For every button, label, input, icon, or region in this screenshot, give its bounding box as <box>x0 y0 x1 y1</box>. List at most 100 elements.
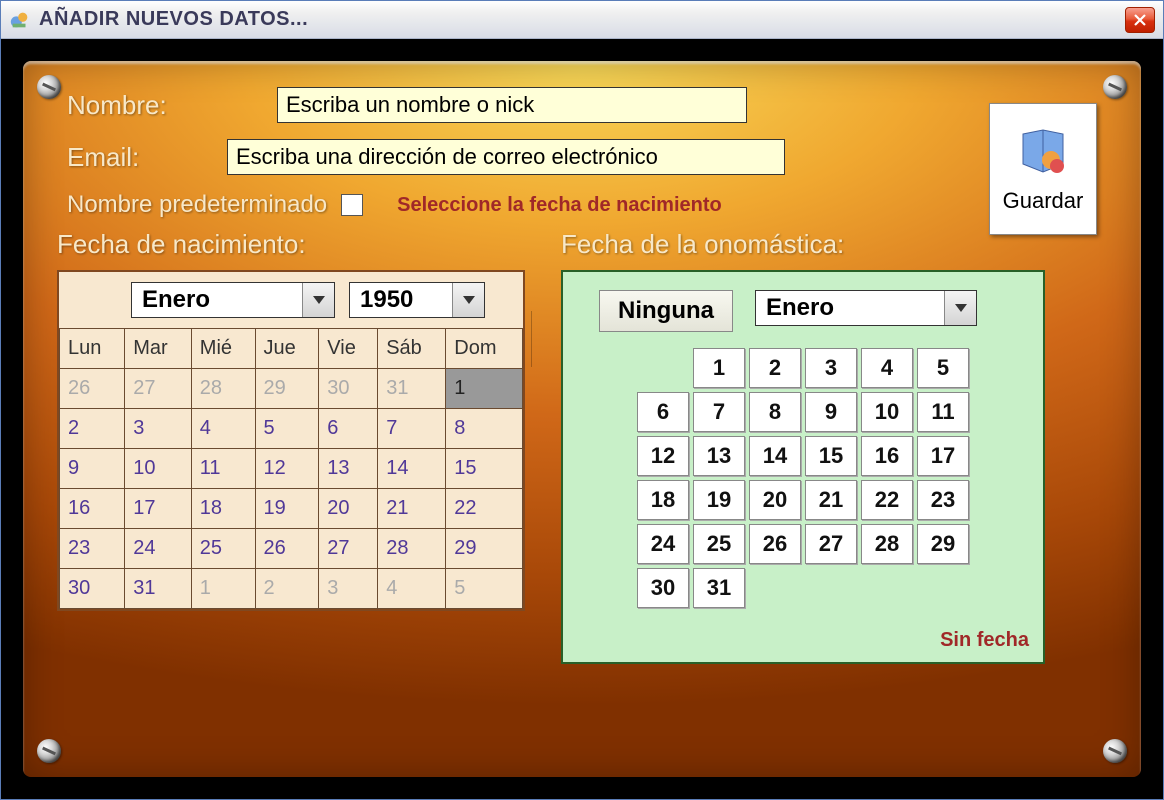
birth-day-cell[interactable]: 30 <box>60 569 125 609</box>
titlebar[interactable]: AÑADIR NUEVOS DATOS... <box>1 1 1163 39</box>
weekday-header: Dom <box>446 329 523 369</box>
birth-day-cell[interactable]: 15 <box>446 449 523 489</box>
birth-day-cell[interactable]: 23 <box>60 529 125 569</box>
divider-line <box>531 311 532 367</box>
birth-grid: LunMarMiéJueVieSábDom 262728293031123456… <box>59 328 523 609</box>
weekday-header: Lun <box>60 329 125 369</box>
onom-month-select[interactable]: Enero <box>755 290 977 326</box>
birth-year-select[interactable]: 1950 <box>349 282 485 318</box>
weekday-header: Jue <box>255 329 319 369</box>
onom-day-cell[interactable]: 18 <box>637 480 689 520</box>
onom-day-cell[interactable]: 26 <box>749 524 801 564</box>
onom-day-cell[interactable]: 2 <box>749 348 801 388</box>
birth-day-cell[interactable]: 29 <box>255 369 319 409</box>
close-button[interactable] <box>1125 7 1155 33</box>
onom-day-cell[interactable]: 24 <box>637 524 689 564</box>
save-button[interactable]: Guardar <box>989 103 1097 235</box>
birth-day-cell[interactable]: 10 <box>125 449 192 489</box>
birth-day-cell[interactable]: 16 <box>60 489 125 529</box>
onom-day-cell[interactable]: 9 <box>805 392 857 432</box>
birth-day-cell[interactable]: 26 <box>60 369 125 409</box>
birth-calendar: Enero 1950 LunMarMiéJueVieSábDo <box>57 270 525 611</box>
birth-day-cell[interactable]: 28 <box>378 529 446 569</box>
birth-month-select[interactable]: Enero <box>131 282 335 318</box>
birth-day-cell[interactable]: 2 <box>255 569 319 609</box>
onom-day-cell[interactable]: 28 <box>861 524 913 564</box>
birth-day-cell[interactable]: 3 <box>319 569 378 609</box>
birth-day-cell[interactable]: 24 <box>125 529 192 569</box>
weekday-header: Sáb <box>378 329 446 369</box>
birth-day-cell[interactable]: 13 <box>319 449 378 489</box>
onom-day-cell[interactable]: 11 <box>917 392 969 432</box>
birth-day-cell[interactable]: 28 <box>191 369 255 409</box>
birth-day-cell[interactable]: 11 <box>191 449 255 489</box>
birth-day-cell[interactable]: 27 <box>319 529 378 569</box>
dialog-window: AÑADIR NUEVOS DATOS... Nombre: Email: <box>0 0 1164 800</box>
onom-day-cell[interactable]: 30 <box>637 568 689 608</box>
onom-day-cell[interactable]: 21 <box>805 480 857 520</box>
birth-day-cell[interactable]: 18 <box>191 489 255 529</box>
birth-day-cell[interactable]: 25 <box>191 529 255 569</box>
default-name-label: Nombre predeterminado <box>67 191 327 219</box>
onom-day-cell[interactable]: 23 <box>917 480 969 520</box>
birth-day-cell[interactable]: 8 <box>446 409 523 449</box>
birth-month-value: Enero <box>132 286 220 314</box>
birth-day-cell[interactable]: 31 <box>125 569 192 609</box>
chevron-down-icon <box>452 283 484 317</box>
save-icon <box>1015 124 1071 180</box>
birth-day-cell[interactable]: 17 <box>125 489 192 529</box>
none-button[interactable]: Ninguna <box>599 290 733 332</box>
onom-day-cell[interactable]: 22 <box>861 480 913 520</box>
email-label: Email: <box>67 142 227 173</box>
onom-day-cell[interactable]: 31 <box>693 568 745 608</box>
birth-day-cell[interactable]: 19 <box>255 489 319 529</box>
birth-day-cell[interactable]: 30 <box>319 369 378 409</box>
weekday-header: Mié <box>191 329 255 369</box>
onom-day-cell[interactable]: 15 <box>805 436 857 476</box>
onom-day-cell[interactable]: 13 <box>693 436 745 476</box>
birth-day-cell[interactable]: 9 <box>60 449 125 489</box>
default-name-checkbox[interactable] <box>341 194 363 216</box>
birth-day-cell[interactable]: 6 <box>319 409 378 449</box>
name-input[interactable] <box>277 87 747 123</box>
birth-day-cell[interactable]: 21 <box>378 489 446 529</box>
onom-day-cell[interactable]: 5 <box>917 348 969 388</box>
birth-day-cell[interactable]: 4 <box>378 569 446 609</box>
onom-day-cell[interactable]: 7 <box>693 392 745 432</box>
birth-day-cell[interactable]: 5 <box>446 569 523 609</box>
onom-day-cell[interactable]: 1 <box>693 348 745 388</box>
birth-day-cell[interactable]: 29 <box>446 529 523 569</box>
birth-day-cell[interactable]: 3 <box>125 409 192 449</box>
onom-day-cell[interactable]: 6 <box>637 392 689 432</box>
onom-day-cell[interactable]: 4 <box>861 348 913 388</box>
onom-day-cell[interactable]: 12 <box>637 436 689 476</box>
onom-day-cell[interactable]: 10 <box>861 392 913 432</box>
birth-day-cell[interactable]: 22 <box>446 489 523 529</box>
birth-day-cell[interactable]: 1 <box>191 569 255 609</box>
birth-day-cell[interactable]: 27 <box>125 369 192 409</box>
birth-day-cell[interactable]: 5 <box>255 409 319 449</box>
email-input[interactable] <box>227 139 785 175</box>
onom-title: Fecha de la onomástica: <box>561 229 1045 260</box>
birth-day-cell[interactable]: 20 <box>319 489 378 529</box>
birth-day-cell[interactable]: 7 <box>378 409 446 449</box>
onom-day-cell[interactable]: 14 <box>749 436 801 476</box>
birth-year-value: 1950 <box>350 286 423 314</box>
onom-day-cell[interactable]: 25 <box>693 524 745 564</box>
birth-day-cell[interactable]: 26 <box>255 529 319 569</box>
birth-day-cell[interactable]: 4 <box>191 409 255 449</box>
birth-day-cell[interactable]: 2 <box>60 409 125 449</box>
birth-day-cell[interactable]: 31 <box>378 369 446 409</box>
onom-day-cell[interactable]: 8 <box>749 392 801 432</box>
onom-day-cell[interactable]: 3 <box>805 348 857 388</box>
onom-day-cell[interactable]: 19 <box>693 480 745 520</box>
onom-day-cell[interactable]: 20 <box>749 480 801 520</box>
onom-day-cell[interactable]: 17 <box>917 436 969 476</box>
birth-day-cell[interactable]: 12 <box>255 449 319 489</box>
chevron-down-icon <box>944 291 976 325</box>
birth-day-cell[interactable]: 1 <box>446 369 523 409</box>
onom-day-cell[interactable]: 29 <box>917 524 969 564</box>
birth-day-cell[interactable]: 14 <box>378 449 446 489</box>
onom-day-cell[interactable]: 16 <box>861 436 913 476</box>
onom-day-cell[interactable]: 27 <box>805 524 857 564</box>
